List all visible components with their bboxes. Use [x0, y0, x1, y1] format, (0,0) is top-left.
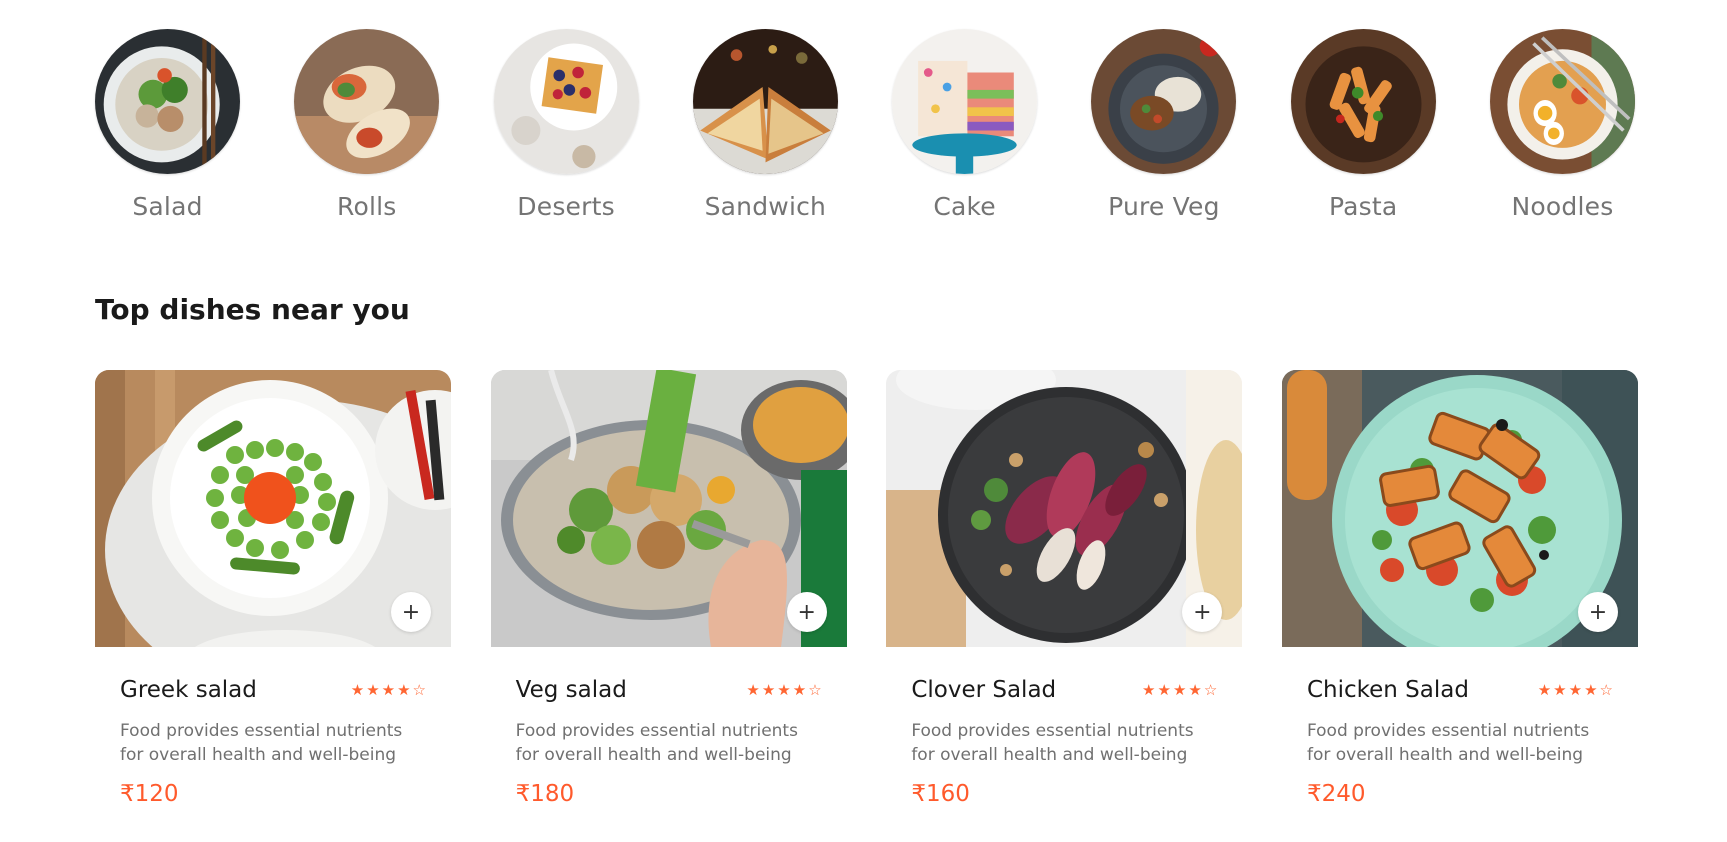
dish-image: +: [95, 370, 451, 647]
star-filled-icon: ★: [1584, 680, 1598, 699]
dish-card: + Chicken Salad ★ ★ ★ ★ ☆ Food provides esse…: [1281, 370, 1638, 830]
star-filled-icon: ★: [1537, 680, 1552, 699]
dish-description: Food provides essential nutrients for ov…: [911, 721, 1194, 765]
star-empty-icon: ☆: [1599, 680, 1613, 699]
cake-thumbnail: [892, 29, 1038, 174]
dish-card: + Veg salad ★ ★ ★ ★ ☆ Food provides essentia…: [490, 370, 847, 830]
dish-header: Chicken Salad ★ ★ ★ ★ ☆: [1307, 677, 1613, 703]
star-empty-icon: ☆: [412, 680, 426, 699]
category-rolls[interactable]: Rolls: [294, 29, 440, 221]
star-filled-icon: ★: [777, 680, 791, 699]
dish-price: ₹160: [911, 781, 970, 807]
dish-header: Greek salad ★ ★ ★ ★ ☆: [120, 677, 426, 703]
dish-name: Clover Salad: [911, 677, 1057, 703]
dish-grid: + Greek salad ★ ★ ★ ★ ☆ Food provides essent…: [95, 370, 1638, 830]
star-rating: ★ ★ ★ ★ ☆: [746, 680, 822, 699]
dish-name: Chicken Salad: [1306, 677, 1469, 703]
dish-info: Clover Salad ★ ★ ★ ★ ☆ Food provides essenti…: [886, 677, 1242, 807]
star-filled-icon: ★: [792, 680, 807, 699]
dish-image: +: [1281, 370, 1638, 647]
category-label: Pasta: [1328, 192, 1398, 221]
dish-image: +: [490, 370, 847, 647]
dish-price: ₹120: [120, 781, 179, 807]
category-label: Salad: [132, 192, 203, 221]
star-empty-icon: ☆: [1203, 680, 1218, 699]
star-filled-icon: ★: [1157, 680, 1171, 699]
dish-info: Chicken Salad ★ ★ ★ ★ ☆ Food provides essent…: [1282, 677, 1638, 807]
category-pasta[interactable]: Pasta: [1290, 29, 1436, 221]
dish-header: Clover Salad ★ ★ ★ ★ ☆: [911, 677, 1217, 703]
dish-info: Greek salad ★ ★ ★ ★ ☆ Food provides essentia…: [95, 677, 451, 807]
add-to-cart-button[interactable]: +: [1577, 592, 1618, 632]
dish-info: Veg salad ★ ★ ★ ★ ☆ Food provides essential …: [491, 677, 847, 807]
dish-image: +: [886, 370, 1243, 647]
add-to-cart-button[interactable]: +: [786, 592, 827, 632]
dish-name: Veg salad: [515, 677, 627, 703]
dish-description: Food provides essential nutrients for ov…: [120, 721, 403, 765]
dish-card: + Clover Salad ★ ★ ★ ★ ☆ Food provides essen…: [886, 370, 1243, 830]
deserts-thumbnail: [493, 29, 639, 174]
star-filled-icon: ★: [1553, 680, 1567, 699]
star-filled-icon: ★: [366, 680, 380, 699]
category-label: Cake: [933, 192, 996, 221]
star-filled-icon: ★: [746, 680, 760, 699]
star-empty-icon: ☆: [808, 680, 822, 699]
star-filled-icon: ★: [1142, 680, 1156, 699]
category-label: Noodles: [1511, 192, 1614, 221]
star-filled-icon: ★: [1188, 680, 1202, 699]
star-rating: ★ ★ ★ ★ ☆: [350, 680, 426, 699]
category-label: Pure Veg: [1108, 192, 1220, 221]
dish-description: Food provides essential nutrients for ov…: [1306, 721, 1590, 765]
category-sandwich[interactable]: Sandwich: [692, 29, 838, 221]
category-deserts[interactable]: Deserts: [493, 29, 639, 221]
dish-card: + Greek salad ★ ★ ★ ★ ☆ Food provides essent…: [95, 370, 451, 830]
section-title: Top dishes near you: [95, 293, 410, 326]
star-filled-icon: ★: [350, 680, 365, 699]
star-filled-icon: ★: [381, 680, 396, 699]
star-filled-icon: ★: [397, 680, 411, 699]
category-salad[interactable]: Salad: [95, 29, 240, 221]
category-label: Sandwich: [704, 192, 827, 221]
salad-thumbnail: [95, 29, 240, 174]
noodles-thumbnail: [1489, 29, 1635, 174]
category-pure-veg[interactable]: Pure Veg: [1091, 29, 1237, 221]
sandwich-thumbnail: [692, 29, 838, 174]
category-cake[interactable]: Cake: [892, 29, 1038, 221]
category-menu: Salad Rolls Deserts Sandwich Cake Pure V…: [95, 29, 1635, 221]
add-to-cart-button[interactable]: +: [391, 592, 431, 632]
rolls-thumbnail: [294, 29, 440, 174]
dish-description: Food provides essential nutrients for ov…: [515, 721, 798, 765]
pasta-thumbnail: [1290, 29, 1436, 174]
category-label: Rolls: [337, 192, 397, 221]
dish-price: ₹240: [1306, 781, 1366, 807]
star-filled-icon: ★: [1172, 680, 1187, 699]
dish-header: Veg salad ★ ★ ★ ★ ☆: [516, 677, 822, 703]
dish-name: Greek salad: [120, 677, 257, 703]
category-label: Deserts: [517, 192, 615, 221]
star-filled-icon: ★: [761, 680, 776, 699]
dish-price: ₹180: [515, 781, 575, 807]
star-rating: ★ ★ ★ ★ ☆: [1142, 680, 1218, 699]
category-noodles[interactable]: Noodles: [1489, 29, 1635, 221]
star-filled-icon: ★: [1568, 680, 1583, 699]
pure-veg-thumbnail: [1091, 29, 1237, 174]
star-rating: ★ ★ ★ ★ ☆: [1537, 680, 1613, 699]
